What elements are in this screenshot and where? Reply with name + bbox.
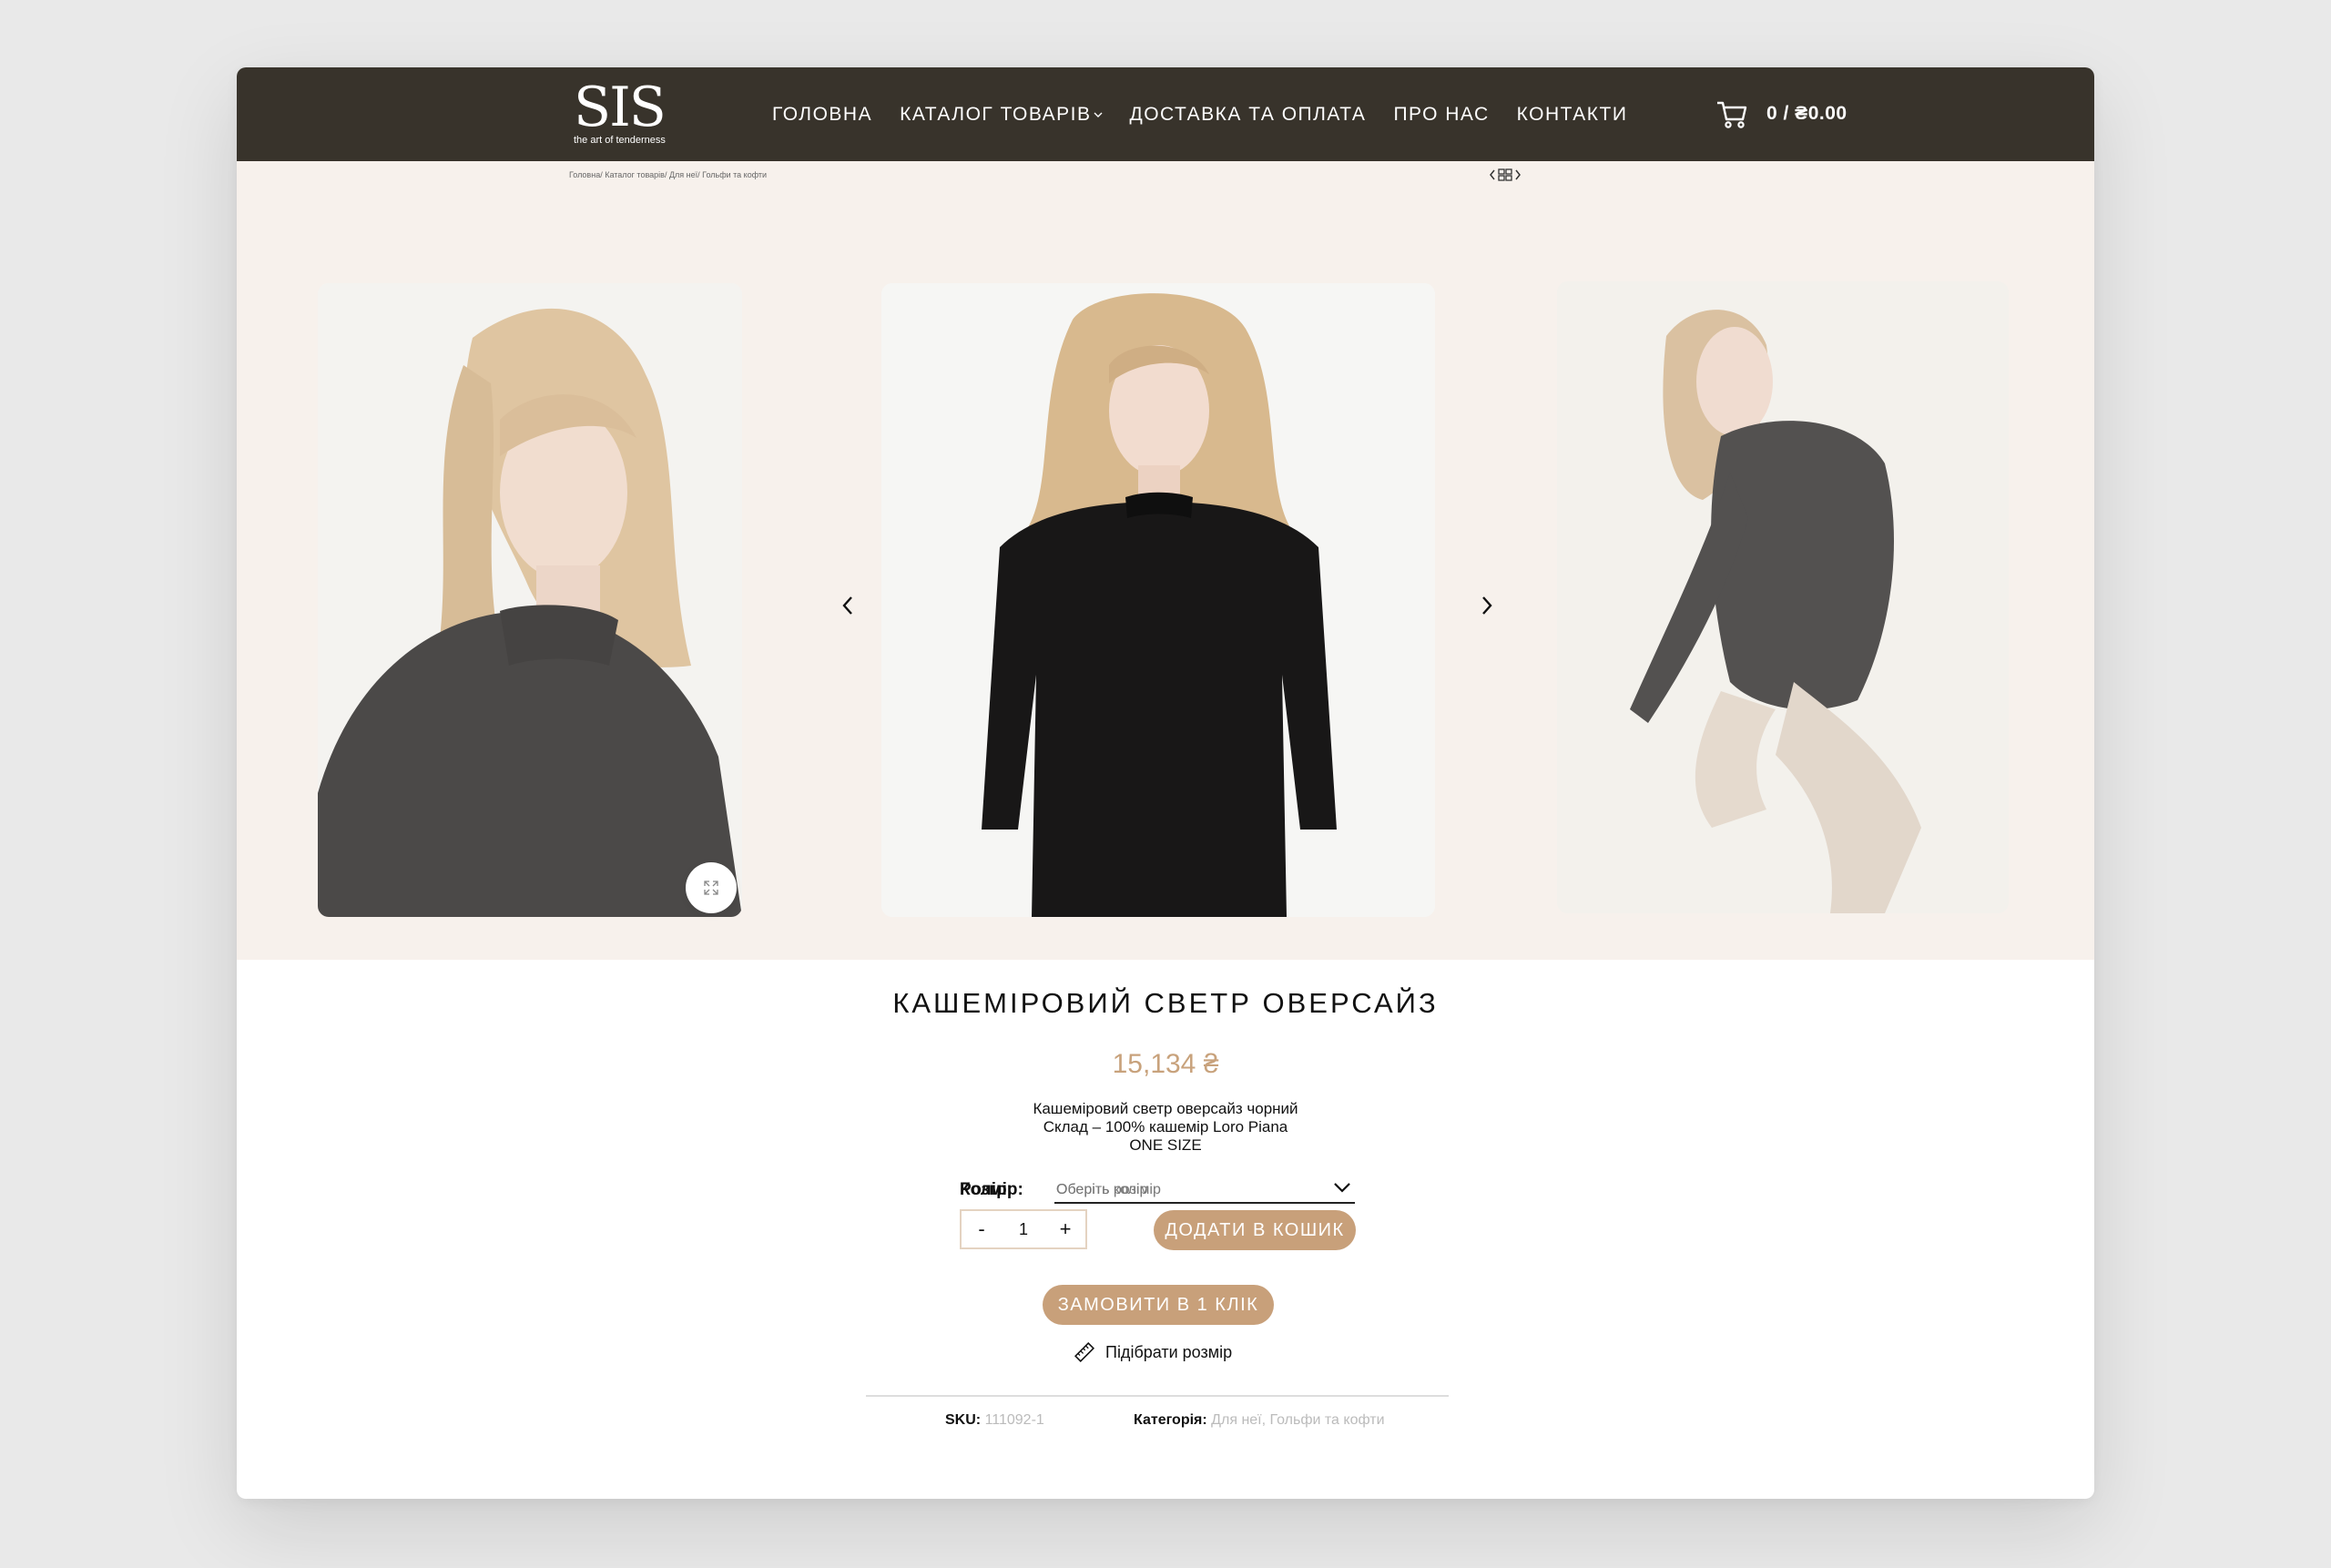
breadcrumb-current: Гольфи та кофти [702,170,768,179]
chevron-left-icon[interactable] [1489,169,1496,180]
nav-home[interactable]: ГОЛОВНА [772,104,872,126]
description-line: ONE SIZE [1129,1136,1202,1154]
breadcrumb-home[interactable]: Головна [569,170,600,179]
chevron-left-icon [842,596,852,615]
description-line: Кашеміровий светр оверсайз чорний [1033,1100,1298,1117]
product-categories: Категорія: Для неї, Гольфи та кофти [1134,1412,1385,1428]
product-photo-main[interactable] [881,283,1435,917]
zoom-button[interactable] [686,862,737,913]
category-link[interactable]: Для неї [1211,1412,1261,1428]
grid-icon[interactable] [1498,168,1512,181]
quantity-value[interactable]: 1 [1002,1220,1045,1239]
expand-icon [704,881,718,895]
quantity-stepper: - 1 + [960,1209,1087,1249]
logo-tagline: the art of tenderness [574,135,666,146]
site-header: SIS the art of tenderness ГОЛОВНА КАТАЛО… [237,67,2094,161]
product-photo-side[interactable] [318,283,742,917]
product-title: КАШЕМІРОВИЙ СВЕТР ОВЕРСАЙЗ [892,987,1439,1019]
size-guide-label: Підібрати розмір [1105,1342,1233,1361]
logo[interactable]: SIS the art of tenderness [574,80,674,146]
description-line: Склад – 100% кашемір Loro Piana [1043,1118,1288,1135]
chevron-right-icon [1482,596,1492,615]
cart-icon [1717,101,1747,128]
size-label: Розмір: [960,1180,1023,1199]
sku-value: 111092-1 [984,1412,1044,1428]
divider [866,1395,1449,1397]
product-photo-pose[interactable] [1557,281,2009,913]
nav-about[interactable]: ПРО НАС [1393,104,1489,126]
cart-button[interactable]: 0 / ₴0.00 [1715,91,1847,137]
logo-mark: SIS [574,76,667,139]
product-price: 15,134 ₴ [1112,1049,1219,1079]
product-sku: SKU: 111092-1 [945,1412,1044,1429]
ruler-icon [1074,1342,1094,1362]
product-gallery: Головна/ Каталог товарів/ Для неї/ Гольф… [237,161,2094,960]
add-to-cart-button[interactable]: ДОДАТИ В КОШИК [1154,1210,1356,1250]
nav-catalog-label: КАТАЛОГ ТОВАРІВ [900,103,1092,125]
breadcrumb: Головна/ Каталог товарів/ Для неї/ Гольф… [569,170,768,179]
quantity-plus-button[interactable]: + [1045,1217,1085,1241]
breadcrumb-for-her[interactable]: Для неї [669,170,697,179]
size-option-row: Розмір: Оберіть розімір [960,1171,1360,1207]
browser-window: SIS the art of tenderness ГОЛОВНА КАТАЛО… [237,67,2094,1499]
cart-total: 0 / ₴0.00 [1766,103,1847,124]
nav-delivery[interactable]: ДОСТАВКА ТА ОПЛАТА [1130,104,1367,126]
size-select-placeholder: Оберіть розімір [1056,1182,1161,1197]
chevron-down-icon [1334,1183,1350,1193]
category-label: Категорія: [1134,1412,1207,1428]
nav-contacts[interactable]: КОНТАКТИ [1517,104,1628,126]
size-guide-link[interactable]: Підібрати розмір [1074,1342,1232,1362]
one-click-order-button[interactable]: ЗАМОВИТИ В 1 КЛІК [1043,1285,1274,1325]
breadcrumb-catalog[interactable]: Каталог товарів [605,170,665,179]
product-description: Кашеміровий светр оверсайз чорний Склад … [237,1100,2094,1155]
gallery-next-button[interactable] [1469,587,1505,624]
category-link[interactable]: Гольфи та кофти [1270,1412,1385,1428]
chevron-down-icon [1094,112,1102,117]
sku-label: SKU: [945,1412,982,1428]
nav-catalog[interactable]: КАТАЛОГ ТОВАРІВ [900,104,1102,126]
product-nav [1489,168,1522,181]
chevron-right-icon[interactable] [1514,169,1522,180]
gallery-prev-button[interactable] [830,587,866,624]
main-nav: ГОЛОВНА КАТАЛОГ ТОВАРІВ ДОСТАВКА ТА ОПЛА… [772,67,1627,161]
quantity-minus-button[interactable]: - [962,1217,1002,1241]
size-select[interactable]: Оберіть розімір [1054,1175,1355,1204]
